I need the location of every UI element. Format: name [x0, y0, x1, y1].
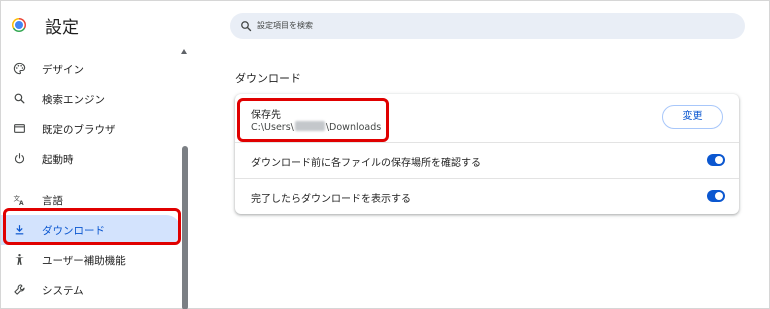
sidebar-item-search-engine[interactable]: 検索エンジン — [1, 84, 181, 114]
show-downloads-when-done-label: 完了したらダウンロードを表示する — [251, 194, 411, 205]
wrench-icon — [14, 284, 25, 295]
chrome-logo-icon — [12, 18, 26, 32]
page-title: 設定 — [45, 18, 79, 38]
settings-window: 設定 設定項目を検索 デザイン 検索エンジン 既定のブラウザ 起動時 文 A 言… — [0, 0, 770, 309]
svg-text:A: A — [19, 200, 24, 206]
sidebar-item-label: システム — [42, 285, 84, 297]
scroll-up-arrow-icon[interactable] — [181, 49, 187, 54]
location-highlight-box — [237, 98, 389, 142]
search-input[interactable]: 設定項目を検索 — [230, 13, 745, 39]
search-icon — [14, 93, 25, 104]
section-title: ダウンロード — [235, 72, 301, 85]
sidebar-item-label: デザイン — [42, 64, 84, 76]
sidebar-item-system[interactable]: システム — [1, 275, 181, 305]
sidebar-item-label: 言語 — [42, 195, 63, 207]
translate-icon: 文 A — [14, 194, 24, 206]
search-icon — [241, 21, 252, 32]
accessibility-icon — [15, 253, 24, 265]
browser-window-icon — [14, 124, 25, 133]
sidebar-item-on-startup[interactable]: 起動時 — [1, 144, 181, 174]
sidebar: デザイン 検索エンジン 既定のブラウザ 起動時 文 A 言語 ダウンロード ユー… — [1, 49, 194, 309]
sidebar-item-default-browser[interactable]: 既定のブラウザ — [1, 114, 181, 144]
show-downloads-when-done-row[interactable]: 完了したらダウンロードを表示する — [235, 178, 739, 214]
sidebar-item-label: ユーザー補助機能 — [42, 255, 126, 267]
sidebar-item-label: 起動時 — [42, 154, 74, 166]
palette-icon — [13, 62, 26, 75]
ask-where-to-save-toggle[interactable] — [707, 154, 725, 166]
show-downloads-when-done-toggle[interactable] — [707, 190, 725, 202]
sidebar-item-label: 検索エンジン — [42, 94, 105, 106]
ask-where-to-save-label: ダウンロード前に各ファイルの保存場所を確認する — [251, 158, 481, 169]
sidebar-item-design[interactable]: デザイン — [1, 54, 181, 84]
ask-where-to-save-row[interactable]: ダウンロード前に各ファイルの保存場所を確認する — [235, 142, 739, 178]
sidebar-item-label: 既定のブラウザ — [42, 124, 116, 136]
search-placeholder: 設定項目を検索 — [257, 21, 313, 30]
change-location-button[interactable]: 変更 — [662, 105, 723, 129]
downloads-highlight-box — [3, 208, 181, 245]
sidebar-item-accessibility[interactable]: ユーザー補助機能 — [1, 245, 181, 275]
sidebar-scrollbar-thumb[interactable] — [182, 146, 188, 309]
power-icon — [14, 153, 25, 164]
